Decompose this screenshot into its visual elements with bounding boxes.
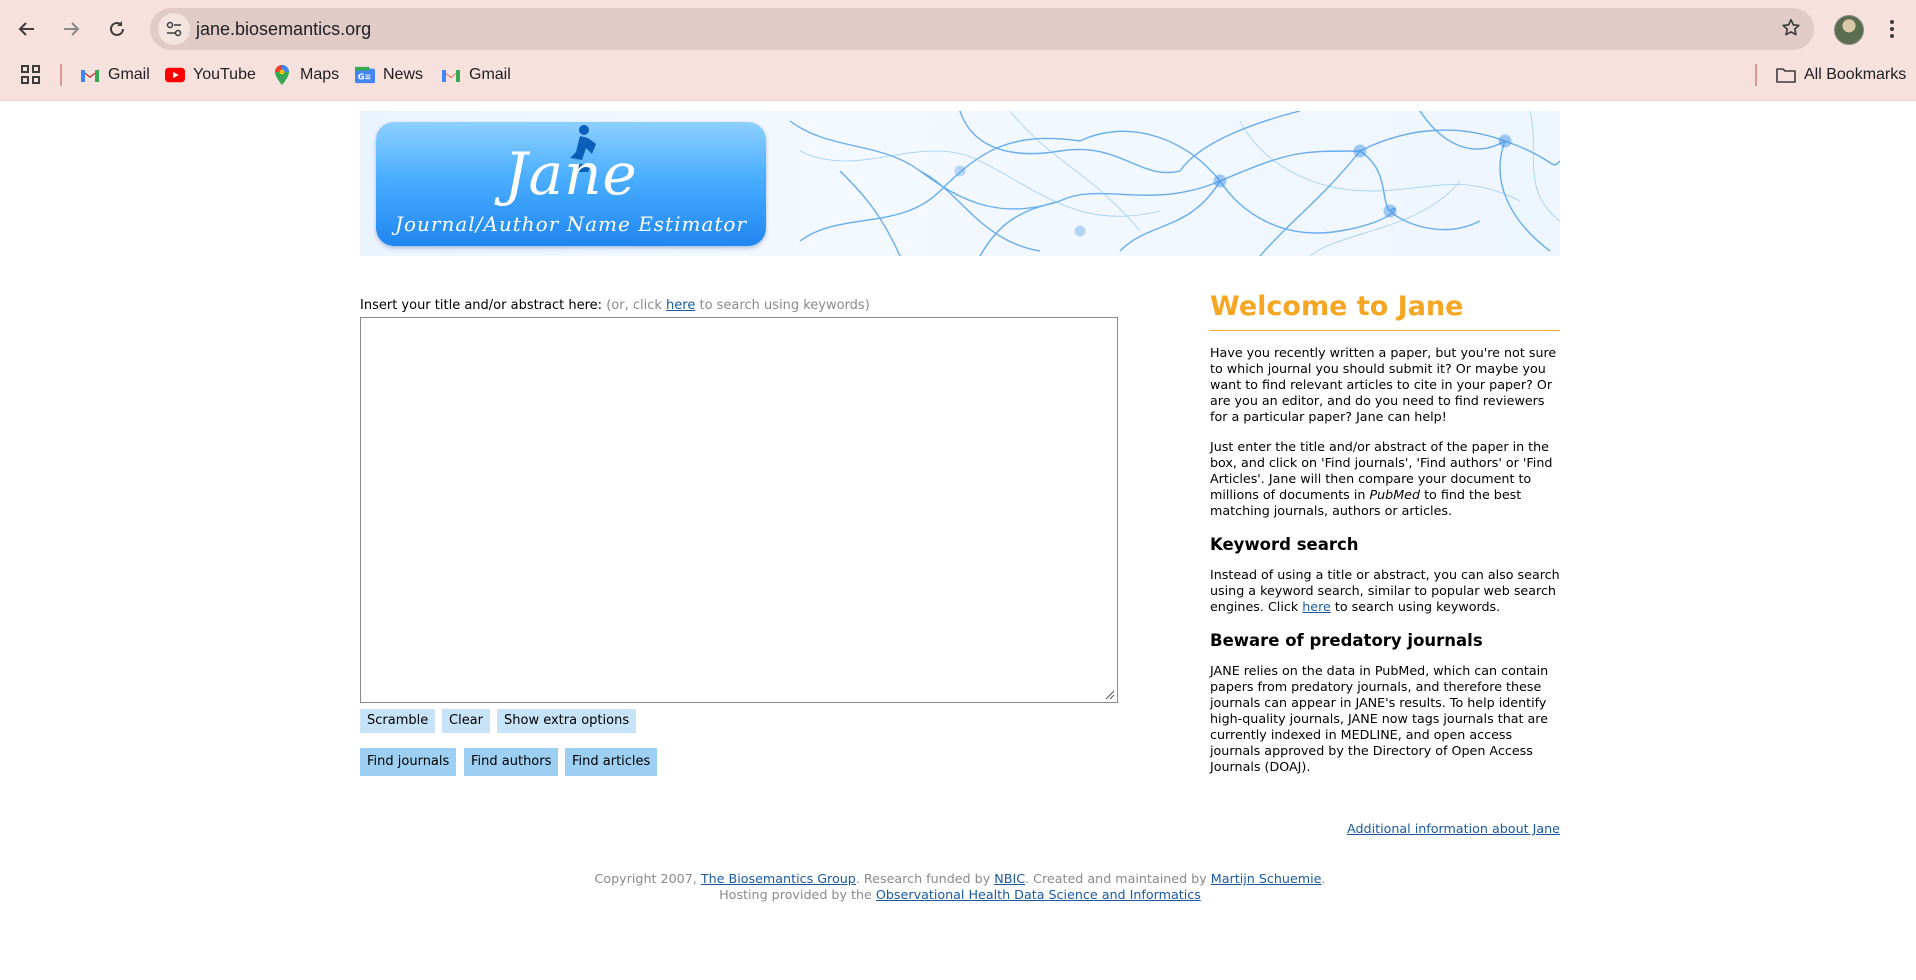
youtube-icon	[165, 67, 185, 83]
find-journals-button[interactable]: Find journals	[360, 748, 457, 776]
forward-arrow-icon	[64, 22, 80, 36]
bookmark-label: Gmail	[108, 66, 150, 83]
gmail-icon	[441, 67, 461, 83]
resize-handle-icon[interactable]	[1105, 690, 1115, 700]
additional-info-link[interactable]: Additional information about Jane	[1347, 821, 1560, 836]
copyright-text: Copyright 2007,	[594, 871, 697, 886]
biosemantics-link[interactable]: The Biosemantics Group	[701, 871, 856, 886]
browser-menu-icon[interactable]	[1880, 10, 1904, 48]
welcome-title: Welcome to Jane	[1210, 290, 1560, 331]
keyword-text-end: to search using keywords.	[1334, 599, 1501, 614]
bookmark-separator	[60, 64, 62, 86]
address-bar[interactable]: jane.biosemantics.org	[150, 8, 1814, 50]
bookmark-label: News	[383, 66, 424, 83]
bookmark-label: Maps	[300, 66, 340, 83]
logo-subtitle: Journal/Author Name Estimator	[394, 212, 748, 236]
gmail-icon	[80, 67, 100, 83]
instructions-paragraph: Just enter the title and/or abstract of …	[1210, 439, 1560, 519]
welcome-sidebar: Welcome to Jane Have you recently writte…	[1210, 290, 1560, 789]
bookmark-gmail-2[interactable]: Gmail	[441, 62, 511, 88]
bookmark-star-icon[interactable]	[1780, 17, 1802, 43]
site-settings-icon[interactable]	[158, 13, 190, 45]
page-footer: Copyright 2007, The Biosemantics Group. …	[360, 871, 1560, 903]
hint-suffix: to search using keywords)	[699, 298, 870, 313]
footer-line-1: Copyright 2007, The Biosemantics Group. …	[360, 871, 1560, 887]
predatory-heading: Beware of predatory journals	[1210, 631, 1483, 650]
maintained-text: . Created and maintained by	[1025, 871, 1207, 886]
label-text: Insert your title and/or abstract here:	[360, 298, 603, 313]
url-text[interactable]: jane.biosemantics.org	[196, 8, 371, 50]
folder-icon	[1776, 67, 1796, 83]
footer-line-2: Hosting provided by the Observational He…	[360, 887, 1560, 903]
bookmark-separator	[1755, 64, 1757, 86]
funded-text: . Research funded by	[855, 871, 991, 886]
news-icon: G≡	[355, 66, 375, 84]
find-authors-button[interactable]: Find authors	[464, 748, 559, 776]
keyword-paragraph: Instead of using a title or abstract, yo…	[1210, 567, 1560, 615]
bookmark-label: YouTube	[193, 66, 256, 83]
jane-logo: Jane Journal/Author Name Estimator	[376, 122, 766, 246]
bookmark-gmail[interactable]: Gmail	[80, 62, 150, 88]
maps-icon	[272, 65, 292, 85]
nbic-link[interactable]: NBIC	[994, 871, 1025, 886]
bookmark-youtube[interactable]: YouTube	[165, 62, 256, 88]
abstract-textarea[interactable]	[360, 317, 1118, 703]
ohdsi-link[interactable]: Observational Health Data Science and In…	[876, 887, 1201, 902]
pubmed-text: PubMed	[1369, 487, 1421, 502]
intro-paragraph: Have you recently written a paper, but y…	[1210, 345, 1557, 424]
back-button[interactable]	[8, 10, 46, 48]
bookmark-label: Gmail	[469, 66, 511, 83]
jane-banner: Jane Journal/Author Name Estimator	[360, 111, 1560, 256]
svg-text:G≡: G≡	[358, 72, 372, 82]
abstract-input-label: Insert your title and/or abstract here: …	[360, 298, 870, 313]
keyword-here-link[interactable]: here	[1302, 599, 1331, 614]
show-extra-options-button[interactable]: Show extra options	[497, 709, 637, 733]
keyword-hint: (or, click here to search using keywords…	[606, 298, 870, 313]
profile-avatar[interactable]	[1834, 15, 1864, 45]
logo-title: Jane	[504, 140, 638, 208]
keyword-search-heading: Keyword search	[1210, 535, 1359, 554]
hosting-text: Hosting provided by the	[719, 887, 872, 902]
clear-button[interactable]: Clear	[442, 709, 490, 733]
bookmark-maps[interactable]: Maps	[272, 62, 339, 88]
reload-icon	[110, 21, 124, 36]
all-bookmarks-button[interactable]: All Bookmarks	[1776, 62, 1906, 88]
hint-prefix: (or, click	[606, 298, 662, 313]
author-link[interactable]: Martijn Schuemie	[1211, 871, 1322, 886]
predatory-paragraph: JANE relies on the data in PubMed, which…	[1210, 663, 1549, 774]
all-bookmarks-label: All Bookmarks	[1804, 66, 1907, 83]
additional-info-container: Additional information about Jane	[1210, 821, 1560, 836]
keyword-search-link[interactable]: here	[666, 298, 695, 313]
reload-button[interactable]	[98, 10, 136, 48]
browser-chrome: jane.biosemantics.org Gmail YouTube Maps…	[0, 0, 1916, 101]
bookmark-news[interactable]: G≡ News	[355, 62, 423, 88]
apps-grid-icon[interactable]	[20, 64, 42, 90]
scramble-button[interactable]: Scramble	[360, 709, 436, 733]
period-text: .	[1321, 871, 1326, 886]
find-articles-button[interactable]: Find articles	[565, 748, 658, 776]
forward-button[interactable]	[52, 10, 90, 48]
back-arrow-icon	[18, 22, 34, 36]
